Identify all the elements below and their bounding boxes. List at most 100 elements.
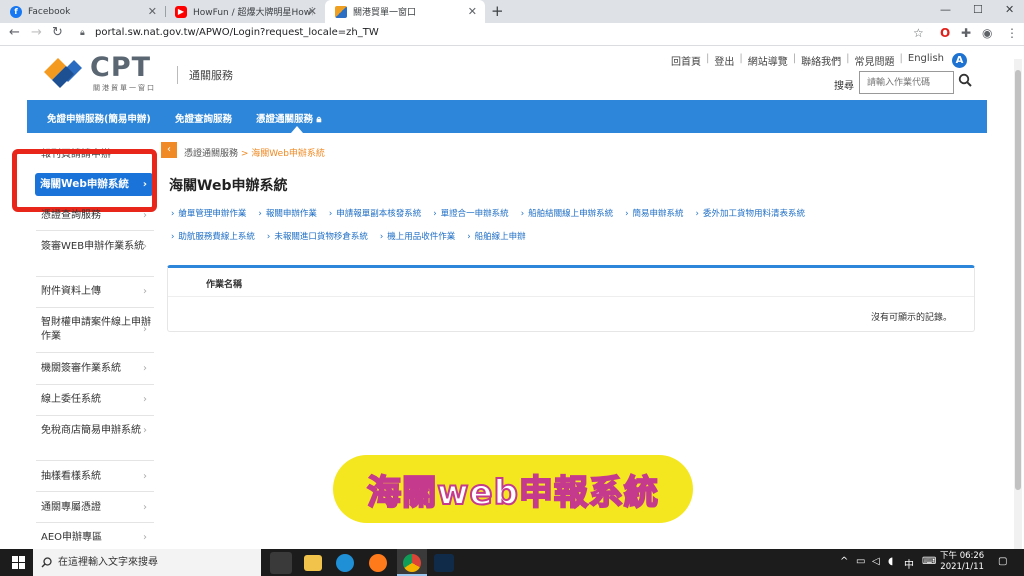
chrome-icon[interactable] xyxy=(403,554,421,572)
sidebar-item-sampling[interactable]: 抽樣看樣系統 › xyxy=(41,470,155,484)
sidebar-item-online-delegation[interactable]: 線上委任系統 › xyxy=(41,393,155,407)
task-view-icon[interactable] xyxy=(270,552,292,574)
tab-facebook[interactable]: f Facebook ✕ xyxy=(0,0,165,23)
tab-site-active[interactable]: 關港貿單一窗口 ✕ xyxy=(325,0,485,23)
link-declaration[interactable]: 報關申辦作業 xyxy=(258,207,317,219)
task-table: 作業名稱 沒有可顯示的記錄。 xyxy=(167,265,975,332)
breadcrumb: 憑證通關服務 > 海關Web申辦系統 xyxy=(184,146,325,159)
link-inflight-supplies[interactable]: 機上用品收件作業 xyxy=(380,230,455,242)
header-divider xyxy=(177,66,178,84)
link-english[interactable]: English xyxy=(908,53,944,68)
reload-icon[interactable]: ↻ xyxy=(52,25,63,40)
sidebar-item-ip-rights[interactable]: 智財權申請案件線上申辦作業 › xyxy=(41,316,155,344)
divider xyxy=(36,415,154,416)
sidebar-item-label: 簽審WEB申辦作業系統 xyxy=(41,241,145,252)
sidebar-item-agency-review[interactable]: 機關簽審作業系統 › xyxy=(41,362,155,376)
close-icon[interactable]: ✕ xyxy=(308,5,317,18)
link-outsourced-materials[interactable]: 委外加工貨物用料清表系統 xyxy=(696,207,805,219)
sidebar-item-duty-free[interactable]: 免稅商店簡易申辦系統 › xyxy=(41,424,155,438)
top-links: 回首頁 | 登出 | 網站導覽 | 聯絡我們 | 常見問題 | English xyxy=(671,53,944,68)
app-icon[interactable] xyxy=(434,554,454,572)
ime-icon[interactable]: 中 xyxy=(904,556,914,571)
sidebar-item-label: 機關簽審作業系統 xyxy=(41,363,121,374)
lock-icon[interactable]: 🔒︎ xyxy=(80,28,85,38)
divider xyxy=(36,460,154,461)
sidebar-item-label: 通關專屬憑證 xyxy=(41,502,101,513)
opera-icon[interactable]: O xyxy=(940,26,950,40)
taskbar-search-input[interactable]: 在這裡輸入文字來搜尋 xyxy=(33,549,261,576)
sidebar-item-label: AEO申辦專區 xyxy=(41,532,103,543)
lock-icon: 🔒︎ xyxy=(316,114,322,125)
link-single-window[interactable]: 單證合一申辦系統 xyxy=(433,207,509,219)
link-navigation-fee[interactable]: 助航服務費線上系統 xyxy=(171,230,255,242)
search-input[interactable] xyxy=(859,71,954,94)
chevron-right-icon: › xyxy=(143,502,147,513)
forward-icon[interactable]: → xyxy=(31,25,42,40)
sidebar-item-review-web[interactable]: 簽審WEB申辦作業系統 › xyxy=(41,240,155,254)
sidebar-item-aeo[interactable]: AEO申辦專區 › xyxy=(41,531,155,545)
link-vessel-online[interactable]: 船舶線上申辦 xyxy=(467,230,526,242)
minimize-button[interactable]: — xyxy=(940,3,951,16)
maximize-button[interactable]: ☐ xyxy=(973,3,983,16)
tab-youtube[interactable]: ▶ HowFun / 超爆大牌明星How哥 ✕ xyxy=(165,0,325,23)
link-warehouse-transfer[interactable]: 未報關進口貨物移倉系統 xyxy=(267,230,368,242)
scrollbar-thumb[interactable] xyxy=(1015,70,1021,490)
browser-tab-strip: f Facebook ✕ ▶ HowFun / 超爆大牌明星How哥 ✕ 關港貿… xyxy=(0,0,1024,23)
search-icon xyxy=(41,557,52,568)
divider xyxy=(36,384,154,385)
section-title: 通關服務 xyxy=(189,69,233,82)
highlight-box xyxy=(12,149,157,212)
notification-icon[interactable]: ▢ xyxy=(998,556,1007,567)
back-icon[interactable]: ← xyxy=(9,25,20,40)
system-links-row-2: 助航服務費線上系統 未報關進口貨物移倉系統 機上用品收件作業 船舶線上申辦 xyxy=(171,230,538,242)
volume-icon[interactable]: ◁ xyxy=(872,556,880,567)
caption-text: 海關web申報系統 xyxy=(366,472,659,514)
link-home[interactable]: 回首頁 xyxy=(671,53,701,68)
close-icon[interactable]: ✕ xyxy=(468,5,477,18)
link-manifest[interactable]: 艙單管理申辦作業 xyxy=(171,207,246,219)
breadcrumb-root[interactable]: 憑證通關服務 xyxy=(184,149,238,159)
link-logout[interactable]: 登出 xyxy=(714,53,734,68)
link-copy-issue[interactable]: 申請報單副本核發系統 xyxy=(329,207,421,219)
chevron-right-icon: › xyxy=(143,210,147,221)
sidebar-collapse-button[interactable]: ‹ xyxy=(161,142,177,158)
extensions-icon[interactable]: ✚ xyxy=(961,26,971,40)
tab-title: Facebook xyxy=(28,6,71,17)
chevron-up-icon[interactable]: ^ xyxy=(840,556,848,567)
link-vessel-clearance[interactable]: 船舶結關線上申辦系統 xyxy=(521,207,613,219)
windows-start-icon[interactable] xyxy=(12,556,25,569)
sidebar-item-label: 附件資料上傳 xyxy=(41,286,101,297)
system-links-row-1: 艙單管理申辦作業 報關申辦作業 申請報單副本核發系統 單證合一申辦系統 船舶結關… xyxy=(171,207,817,219)
sidebar-item-upload[interactable]: 附件資料上傳 › xyxy=(41,285,155,299)
empty-message: 沒有可顯示的記錄。 xyxy=(870,313,952,323)
nav-item-free-apply[interactable]: 免證申辦服務(簡易申辦) xyxy=(47,111,151,125)
file-explorer-icon[interactable] xyxy=(304,555,322,571)
browser-toolbar: ← → ↻ 🔒︎ portal.sw.nat.gov.tw/APWO/Login… xyxy=(0,23,1024,46)
sidebar-item-exclusive-cert[interactable]: 通關專屬憑證 › xyxy=(41,501,155,515)
chevron-right-icon: › xyxy=(143,394,147,405)
link-sitemap[interactable]: 網站導覽 xyxy=(748,53,788,68)
close-window-button[interactable]: ✕ xyxy=(1005,3,1014,16)
close-icon[interactable]: ✕ xyxy=(148,5,157,18)
accessibility-icon[interactable]: A xyxy=(952,53,967,68)
link-simple-apply[interactable]: 簡易申辦系統 xyxy=(625,207,684,219)
nav-item-free-query[interactable]: 免證查詢服務 xyxy=(175,111,232,125)
nav-item-cert-service[interactable]: 憑證通關服務 🔒︎ xyxy=(256,111,321,125)
firefox-icon[interactable] xyxy=(369,554,387,572)
sidebar-item-cert-query[interactable]: 憑證查詢服務 › xyxy=(41,209,155,223)
keyboard-icon[interactable]: ⌨ xyxy=(922,556,936,567)
link-faq[interactable]: 常見問題 xyxy=(855,53,895,68)
search-icon[interactable] xyxy=(958,73,972,87)
chevron-right-icon: › xyxy=(143,471,147,482)
menu-icon[interactable]: ⋮ xyxy=(1006,26,1018,40)
taskbar-clock[interactable]: 下午 06:26 2021/1/11 xyxy=(940,551,984,573)
new-tab-button[interactable]: + xyxy=(491,2,504,20)
edge-icon[interactable] xyxy=(336,554,354,572)
star-icon[interactable]: ☆ xyxy=(913,26,924,40)
link-contact[interactable]: 聯絡我們 xyxy=(801,53,841,68)
cpt-logo-icon[interactable] xyxy=(40,54,86,90)
network-icon[interactable]: ▭ xyxy=(856,556,865,567)
address-bar[interactable]: portal.sw.nat.gov.tw/APWO/Login?request_… xyxy=(95,27,379,38)
speaker-icon[interactable]: ◖ xyxy=(888,556,893,567)
profile-icon[interactable]: ◉ xyxy=(982,26,992,40)
